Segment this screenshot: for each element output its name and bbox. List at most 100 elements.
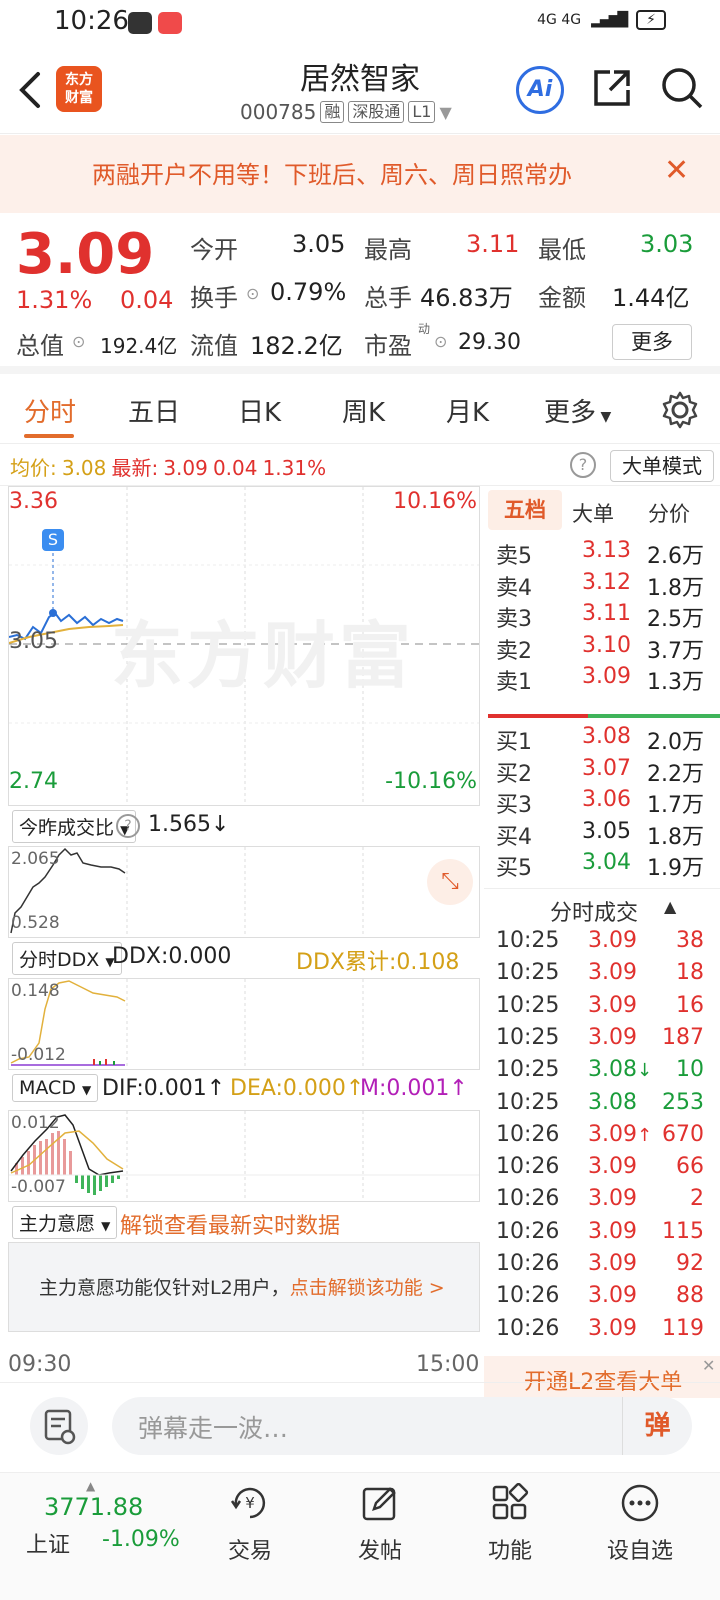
ask-row[interactable]: 卖4 3.12 1.8万 — [484, 568, 720, 601]
trade-price-value: 3.09 — [588, 960, 637, 986]
active-tab-indicator — [24, 434, 74, 438]
macd-selector[interactable]: MACD ▼ — [12, 1074, 99, 1102]
macd-chart[interactable]: 0.012 -0.007 — [8, 1110, 480, 1202]
level-label: 买2 — [496, 761, 532, 787]
ai-button[interactable]: Ai — [516, 66, 564, 114]
tab-big-orders[interactable]: 大单 — [572, 498, 614, 528]
help-icon[interactable]: ? — [116, 814, 140, 838]
bid-row[interactable]: 买3 3.06 1.7万 — [484, 785, 720, 818]
banner-close-button[interactable]: ✕ — [664, 153, 689, 188]
bid-row[interactable]: 买4 3.05 1.8万 — [484, 817, 720, 850]
ddx-selector[interactable]: 分时DDX ▼ — [12, 942, 122, 975]
share-button[interactable] — [590, 66, 634, 110]
stock-code-row[interactable]: 000785 融 深股通 L1 ▼ — [240, 100, 452, 124]
settings-button[interactable] — [660, 390, 700, 430]
comment-list-button[interactable] — [30, 1397, 88, 1455]
trade-time: 10:25 — [496, 1089, 560, 1115]
info-icon[interactable]: ⊙ — [246, 284, 259, 303]
expand-button[interactable]: ⤡ — [427, 859, 473, 905]
info-icon[interactable]: ⊙ — [72, 332, 85, 351]
tag-connect: 深股通 — [348, 101, 405, 123]
trade-volume: 2 — [690, 1186, 704, 1212]
index-ticker[interactable]: ▲ 3771.88 上证 -1.09% — [20, 1479, 200, 1579]
trade-price: 3.09↑ — [588, 1122, 652, 1147]
main-force-selector[interactable]: 主力意愿 ▼ — [12, 1206, 118, 1239]
trade-volume: 66 — [676, 1154, 704, 1180]
trade-volume: 92 — [676, 1251, 704, 1276]
macd-dea: DEA:0.000↑ — [230, 1076, 365, 1101]
intraday-chart[interactable]: 东方财富 S 3.36 3.05 2.74 10.16% -10.16% — [8, 486, 480, 806]
index-value: 3771.88 — [44, 1493, 144, 1521]
tab-daily-k[interactable]: 日K — [238, 392, 281, 429]
trade-row: 10:26 3.09 2 — [484, 1184, 720, 1216]
caret-down-icon: ▼ — [596, 409, 612, 425]
tab-five-day[interactable]: 五日 — [128, 392, 180, 429]
y-axis-low: 2.74 — [9, 769, 58, 794]
price-info-row: 均价: 3.08 最新: 3.09 0.04 1.31% ? 大单模式 — [0, 446, 720, 486]
nav-trade[interactable]: ¥ 交易 — [200, 1483, 300, 1565]
signal-marker[interactable]: S — [42, 529, 64, 551]
macd-axis-high: 0.012 — [11, 1113, 60, 1133]
ask-row[interactable]: 卖1 3.09 1.3万 — [484, 662, 720, 695]
grid-icon — [492, 1482, 529, 1520]
amount-label: 金额 — [538, 284, 586, 312]
low-label: 最低 — [538, 236, 586, 264]
trade-price-value: 3.09 — [588, 1283, 637, 1309]
trade-price-value: 3.09 — [588, 1218, 637, 1244]
bid-row[interactable]: 买5 3.04 1.9万 — [484, 848, 720, 881]
bid-row[interactable]: 买1 3.08 2.0万 — [484, 722, 720, 755]
nav-post[interactable]: 发帖 — [330, 1483, 430, 1565]
trade-price-value: 3.08 — [588, 1089, 637, 1115]
trade-price: 3.09 — [588, 928, 637, 953]
level-price: 3.11 — [582, 601, 631, 626]
tab-intraday[interactable]: 分时 — [24, 392, 76, 429]
trade-volume: 88 — [676, 1283, 704, 1309]
ask-row[interactable]: 卖2 3.10 3.7万 — [484, 631, 720, 664]
trade-row: 10:25 3.09 187 — [484, 1023, 720, 1055]
big-order-mode-button[interactable]: 大单模式 — [610, 450, 714, 482]
trade-price-value: 3.09 — [588, 1251, 637, 1276]
tab-price-distribution[interactable]: 分价 — [648, 498, 690, 528]
vol-ratio-axis-high: 2.065 — [11, 849, 60, 869]
danmu-toggle-button[interactable]: 弹 — [622, 1397, 692, 1455]
open-label: 今开 — [190, 236, 238, 264]
tab-five-levels[interactable]: 五档 — [488, 490, 562, 530]
ddx-chart[interactable]: 0.148 -0.012 — [8, 978, 480, 1070]
tab-weekly-k[interactable]: 周K — [342, 392, 385, 429]
trade-row: 10:25 3.09 18 — [484, 958, 720, 990]
trade-time: 10:26 — [496, 1154, 560, 1180]
time-axis-end: 15:00 — [416, 1352, 480, 1377]
trade-price: 3.09 — [588, 1219, 637, 1244]
main-force-unlock-link[interactable]: 点击解锁该功能 > — [290, 1277, 445, 1299]
trade-time: 10:26 — [496, 1251, 560, 1276]
level-volume: 1.9万 — [647, 856, 704, 881]
ask-row[interactable]: 卖3 3.11 2.5万 — [484, 599, 720, 632]
vol-ratio-chart[interactable]: 2.065 0.528 ⤡ — [8, 846, 480, 938]
tab-more[interactable]: 更多 ▼ — [544, 392, 611, 429]
vol-ratio-header: 今昨成交比 ▼ ? 1.565↓ — [8, 808, 480, 844]
level-price: 3.13 — [582, 538, 631, 563]
macd-m-value: M:0.001 — [360, 1076, 450, 1101]
info-icon[interactable]: ⊙ — [434, 332, 447, 351]
nav-functions[interactable]: 功能 — [460, 1482, 560, 1565]
trades-header[interactable]: 分时成交 ▲ — [484, 888, 720, 926]
nav-add-watchlist[interactable]: 设自选 — [590, 1483, 690, 1565]
unlock-link[interactable]: 解锁查看最新实时数据 — [120, 1208, 340, 1240]
tab-monthly-k[interactable]: 月K — [446, 392, 489, 429]
trade-volume: 18 — [676, 960, 704, 986]
search-button[interactable] — [660, 66, 704, 110]
close-icon[interactable]: ✕ — [702, 1356, 715, 1375]
ask-row[interactable]: 卖5 3.13 2.6万 — [484, 536, 720, 569]
promo-banner[interactable]: 两融开户不用等！下班后、周六、周日照常办 ✕ — [0, 135, 720, 213]
help-icon[interactable]: ? — [570, 452, 596, 478]
bid-row[interactable]: 买2 3.07 2.2万 — [484, 754, 720, 787]
more-quote-button[interactable]: 更多 — [612, 324, 692, 360]
trade-volume: 670 — [662, 1121, 704, 1147]
high-value: 3.11 — [466, 230, 520, 258]
trade-icon: ¥ — [230, 1487, 266, 1519]
latest-percent: 1.31% — [262, 456, 327, 480]
ddx-value: DDX:0.000 — [112, 944, 232, 969]
document-settings-icon — [44, 1409, 76, 1445]
comment-input[interactable]: 弹幕走一波… 弹 — [112, 1397, 692, 1455]
level-label: 卖3 — [496, 607, 532, 632]
